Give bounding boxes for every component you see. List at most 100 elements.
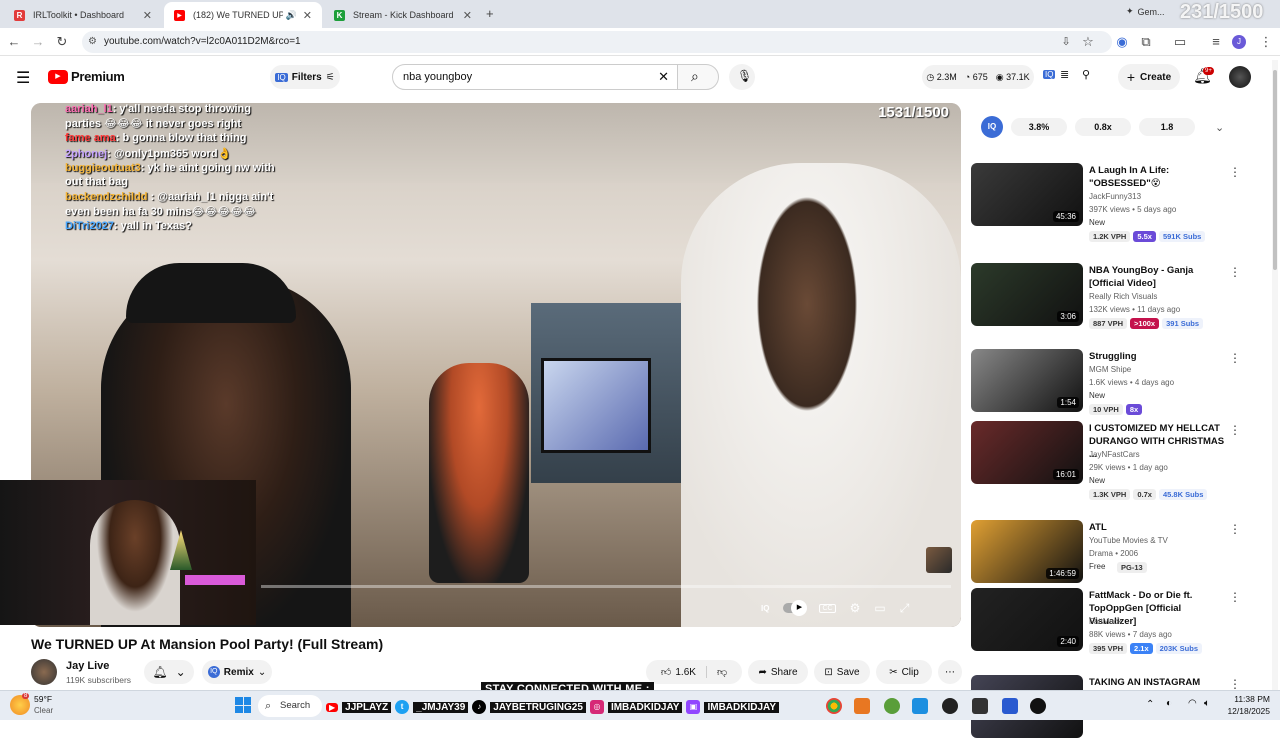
media-control-icon[interactable]: ▭	[1172, 34, 1188, 50]
app-taskbar-icon[interactable]	[854, 698, 870, 714]
account-avatar[interactable]	[1229, 66, 1251, 88]
recommended-video[interactable]: 3:06 NBA YoungBoy - Ganja [Official Video…	[971, 263, 1271, 333]
profile-chip[interactable]: ✦ Gem...	[1126, 6, 1165, 17]
iq-player-icon[interactable]: IQ	[761, 604, 769, 613]
tray-chevron-icon[interactable]: ⌃	[1146, 699, 1154, 710]
video-thumbnail[interactable]: 3:06	[971, 263, 1083, 326]
close-icon[interactable]: ✕	[143, 9, 152, 22]
channel-name[interactable]: MGM Shipe	[1089, 365, 1131, 374]
video-title[interactable]: TAKING AN INSTAGRAM	[1089, 676, 1229, 689]
tray-app-icon[interactable]: ◐	[1166, 698, 1172, 709]
channel-name[interactable]: JackFunny313	[1089, 192, 1141, 201]
tab-kick[interactable]: K Stream - Kick Dashboard ✕	[324, 2, 482, 28]
broadcast-icon[interactable]: ⚲	[1082, 68, 1090, 81]
app-taskbar-icon[interactable]	[1002, 698, 1018, 714]
more-options-icon[interactable]: ⋮	[1229, 351, 1241, 365]
video-thumbnail[interactable]: 1:54	[971, 349, 1083, 412]
autoplay-toggle[interactable]: ▶	[783, 600, 808, 616]
video-title[interactable]: A Laugh In A Life: "OBSESSED"😵	[1089, 164, 1229, 190]
recommended-video[interactable]: 2:40 FattMack - Do or Die ft. TopOppGen […	[971, 588, 1271, 658]
recommended-video[interactable]: 16:01 I CUSTOMIZED MY HELLCAT DURANGO WIT…	[971, 421, 1271, 500]
more-options-icon[interactable]: ⋮	[1229, 522, 1241, 536]
channel-name[interactable]: YouTube Movies & TV	[1089, 536, 1168, 545]
windows-start-icon[interactable]	[235, 697, 251, 713]
youtube-logo[interactable]: ▶ Premium	[48, 69, 125, 84]
clear-search-icon[interactable]: ✕	[658, 65, 669, 89]
recommended-video[interactable]: 45:36 A Laugh In A Life: "OBSESSED"😵 ⋮ Jack…	[971, 163, 1271, 242]
app-taskbar-icon[interactable]	[972, 698, 988, 714]
extension-iq-icon[interactable]: ◉	[1114, 34, 1130, 50]
more-options-icon[interactable]: ⋮	[1229, 265, 1241, 279]
volume-icon[interactable]: 🔈︎	[1204, 698, 1210, 709]
forward-icon[interactable]: →	[30, 34, 46, 50]
scrollbar-thumb[interactable]	[1273, 70, 1277, 270]
new-tab-icon[interactable]: +	[486, 6, 494, 21]
reload-icon[interactable]: ↻	[54, 34, 70, 50]
video-thumbnail[interactable]: 1:46:59	[971, 520, 1083, 583]
back-icon[interactable]: ←	[6, 34, 22, 50]
wifi-icon[interactable]: ◠	[1188, 698, 1197, 709]
chevron-down-icon[interactable]: ⌄	[1215, 121, 1224, 134]
share-button[interactable]: ➦ Share	[748, 660, 808, 684]
channel-name[interactable]: JayNFastCars	[1089, 450, 1140, 459]
miniplayer-icon[interactable]: ▭	[874, 601, 885, 615]
more-options-icon[interactable]: ⋮	[1229, 165, 1241, 179]
channel-name[interactable]: Really Rich Visuals	[1089, 292, 1157, 301]
captions-icon[interactable]: CC	[819, 603, 836, 613]
search-button[interactable]: ⌕	[677, 64, 719, 90]
video-thumbnail[interactable]: 2:40	[971, 588, 1083, 651]
filters-button[interactable]: IQ Filters ⚟	[270, 65, 340, 89]
chrome-taskbar-icon[interactable]	[826, 698, 842, 714]
save-button[interactable]: ⊡ Save	[814, 660, 870, 684]
fullscreen-icon[interactable]: ⤢	[900, 601, 910, 616]
more-options-icon[interactable]: ⋮	[1229, 423, 1241, 437]
profile-avatar-icon[interactable]: J	[1232, 35, 1246, 49]
video-title[interactable]: NBA YoungBoy - Ganja [Official Video]	[1089, 264, 1229, 290]
tiktok-taskbar-icon[interactable]	[1030, 698, 1046, 714]
reading-list-icon[interactable]: ≡	[1208, 34, 1224, 50]
speaker-icon[interactable]: 🔊	[286, 10, 297, 21]
clip-button[interactable]: ✂ Clip	[876, 660, 932, 684]
page-scrollbar[interactable]	[1272, 60, 1278, 690]
clock-date[interactable]: 12/18/2025	[1222, 706, 1270, 716]
channel-avatar[interactable]	[31, 659, 57, 685]
more-actions-button[interactable]: ⋯	[938, 660, 962, 684]
menu-icon[interactable]: ☰	[16, 68, 30, 88]
search-input[interactable]: nba youngboy ✕	[392, 64, 678, 90]
recommended-video[interactable]: 1:46:59 ATL ⋮ YouTube Movies & TV Drama • 20…	[971, 520, 1271, 590]
queue-icon[interactable]: ≣	[1060, 68, 1069, 81]
voice-search-button[interactable]: 🎙	[729, 64, 755, 90]
extensions-icon[interactable]: ⧉	[1138, 34, 1154, 50]
channel-name[interactable]: Jay Live	[66, 660, 109, 672]
more-options-icon[interactable]: ⋮	[1229, 590, 1241, 604]
settings-gear-icon[interactable]: ⚙	[850, 601, 861, 615]
browser-menu-icon[interactable]: ⋮	[1258, 34, 1274, 50]
install-icon[interactable]: ⇩	[1058, 34, 1074, 50]
obs-taskbar-icon[interactable]	[942, 698, 958, 714]
video-progress-bar[interactable]	[261, 585, 951, 588]
close-icon[interactable]: ✕	[303, 9, 312, 22]
dislike-button[interactable]: 👎︎	[707, 666, 727, 678]
address-bar[interactable]: ⚙ youtube.com/watch?v=l2c0A011D2M&rco=1	[82, 31, 1112, 53]
video-thumbnail[interactable]: 45:36	[971, 163, 1083, 226]
remix-button[interactable]: IQ Remix ⌄	[202, 660, 272, 684]
channel-name[interactable]: FattMack	[1089, 617, 1122, 626]
clock-time[interactable]: 11:38 PM	[1222, 694, 1270, 704]
bookmark-star-icon[interactable]: ☆	[1080, 34, 1096, 50]
subscription-bell-button[interactable]: 🔔︎ ⌄	[144, 660, 194, 684]
more-options-icon[interactable]: ⋮	[1229, 677, 1241, 691]
site-info-icon[interactable]: ⚙	[88, 31, 97, 53]
like-button[interactable]: 👍︎ 1.6K	[661, 666, 707, 678]
video-title[interactable]: Struggling	[1089, 350, 1229, 363]
video-thumbnail[interactable]: 16:01	[971, 421, 1083, 484]
video-title[interactable]: ATL	[1089, 521, 1229, 534]
app-taskbar-icon[interactable]	[884, 698, 900, 714]
create-button[interactable]: + Create	[1118, 64, 1180, 90]
tab-youtube[interactable]: ▶ (182) We TURNED UP At Ma 🔊 ✕	[164, 2, 322, 28]
taskbar-search[interactable]: ⌕ Search	[258, 695, 322, 717]
recommended-video[interactable]: 1:54 Struggling ⋮ MGM Shipe 1.6K views • 4 d…	[971, 349, 1271, 419]
iq-extension-icon[interactable]: IQ	[1043, 70, 1056, 79]
tab-irltoolkit[interactable]: R IRLToolkit • Dashboard ✕	[4, 2, 162, 28]
app-taskbar-icon[interactable]	[912, 698, 928, 714]
close-icon[interactable]: ✕	[463, 9, 472, 22]
